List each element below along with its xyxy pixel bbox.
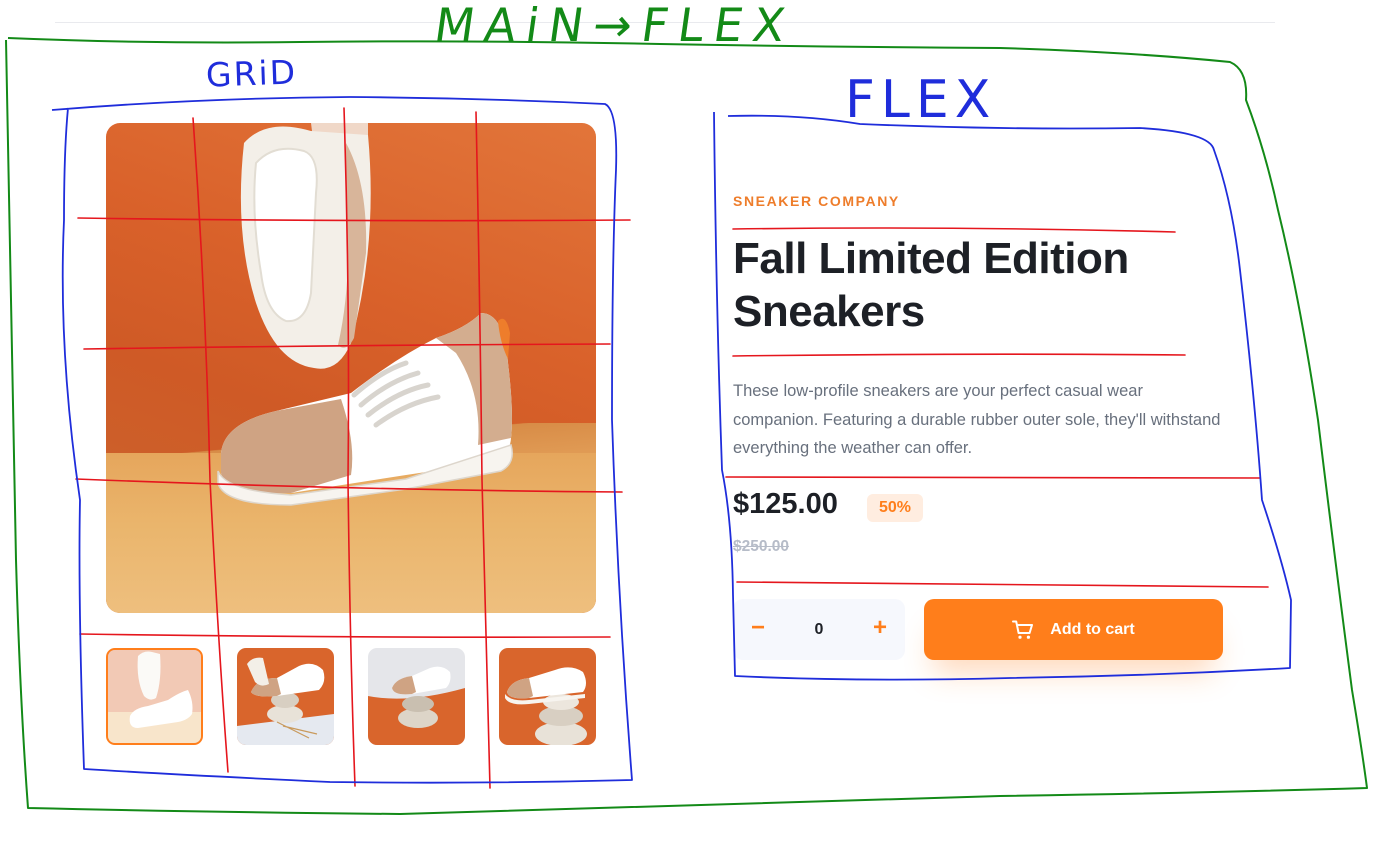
original-price: $250.00 (733, 538, 790, 555)
current-price: $125.00 (733, 488, 838, 520)
top-divider (55, 22, 1275, 23)
increment-button[interactable]: + (855, 599, 905, 660)
sneaker-illustration (217, 123, 513, 506)
thumbnail-4[interactable] (499, 648, 596, 745)
cart-icon (1012, 620, 1034, 639)
add-to-cart-label: Add to cart (1050, 620, 1135, 638)
product-description: These low-profile sneakers are your perf… (733, 382, 1221, 457)
thumbnail-3[interactable] (368, 648, 465, 745)
main-product-image[interactable] (106, 123, 596, 613)
thumbnail-3-image (368, 648, 465, 745)
annotation-grid: GRiD (205, 52, 298, 95)
thumbnail-4-image (499, 648, 596, 745)
thumbnail-2[interactable] (237, 648, 334, 745)
thumbnail-1[interactable] (106, 648, 203, 745)
annotation-flex: FLEX (845, 70, 997, 130)
add-to-cart-button[interactable]: Add to cart (924, 599, 1223, 660)
annotation-main-flex: MAiN→FLEX (431, 0, 799, 52)
thumbnail-1-image (108, 650, 201, 743)
company-name: SNEAKER COMPANY (733, 193, 900, 209)
quantity-stepper: − 0 + (733, 599, 905, 660)
discount-badge: 50% (867, 494, 923, 522)
product-title: Fall Limited Edition Sneakers (733, 234, 1129, 336)
thumbnail-2-image (237, 648, 334, 745)
quantity-value: 0 (814, 621, 824, 638)
decrement-button[interactable]: − (733, 599, 783, 660)
